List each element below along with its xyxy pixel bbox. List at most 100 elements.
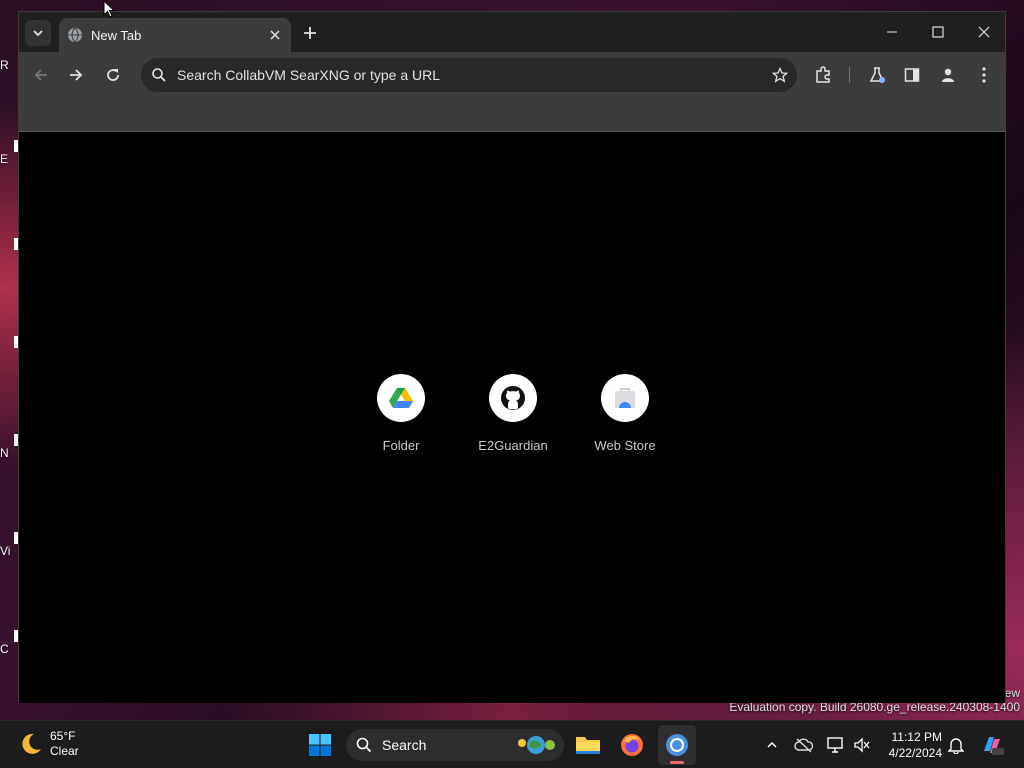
weather-widget[interactable]: 65°F Clear (18, 729, 79, 759)
volume-tray[interactable] (850, 733, 874, 757)
search-highlight-icon (518, 736, 555, 754)
desktop-icon[interactable]: E (0, 140, 20, 166)
search-icon (356, 737, 372, 753)
network-tray[interactable] (824, 733, 848, 757)
desktop-icon-label: Vi (0, 544, 11, 558)
back-button[interactable] (27, 61, 55, 89)
shortcut-e2guardian[interactable]: E2Guardian (457, 373, 569, 463)
address-input[interactable] (177, 67, 763, 83)
menu-button[interactable] (970, 61, 998, 89)
minimize-icon (887, 31, 897, 33)
extensions-icon (816, 66, 830, 83)
desktop-icon-label: C (0, 642, 9, 656)
shortcut-tile (489, 374, 537, 422)
show-hidden-icons-button[interactable] (760, 733, 784, 757)
file-explorer-button[interactable] (572, 729, 604, 761)
desktop-icon-label: N (0, 446, 9, 460)
profile-icon (942, 68, 954, 82)
web-store-icon (615, 388, 635, 408)
copilot-icon (984, 737, 1004, 755)
system-clock[interactable]: 11:12 PM 4/22/2024 (880, 729, 942, 761)
watermark-fragment: ew (1004, 686, 1020, 700)
firefox-icon (621, 734, 643, 756)
clock-time: 11:12 PM (891, 730, 942, 744)
desktop-icon[interactable]: Vi (0, 532, 20, 558)
desktop-icon[interactable] (0, 336, 20, 348)
profile-button[interactable] (934, 61, 962, 89)
shortcut-label: Folder (382, 438, 420, 453)
maximize-icon (932, 26, 944, 38)
weather-temp: 65°F (50, 729, 76, 743)
close-window-button[interactable] (961, 18, 1007, 46)
volume-muted-icon (854, 737, 870, 753)
new-tab-page: Folder E2Guardian Web Store (19, 133, 1005, 703)
cloud-offline-icon (794, 738, 814, 753)
labs-icon (869, 67, 885, 83)
shortcut-tile (601, 374, 649, 422)
shortcut-web-store[interactable]: Web Store (569, 373, 681, 463)
monitor-network-icon (827, 737, 843, 753)
back-icon (34, 69, 47, 81)
shortcut-label: E2Guardian (478, 438, 548, 453)
shortcut-tile (377, 374, 425, 422)
desktop-icon[interactable] (0, 238, 20, 250)
side-panel-button[interactable] (898, 61, 926, 89)
desktop-icon-label: E (0, 152, 9, 166)
google-drive-icon (389, 388, 413, 408)
bookmark-star-icon (772, 67, 788, 83)
omnibox[interactable] (141, 58, 797, 92)
plus-icon (304, 27, 316, 39)
toolbar-separator (849, 67, 850, 83)
globe-icon (68, 27, 82, 43)
taskbar: 65°F Clear Search 11:12 PM 4/22/2024 (0, 720, 1024, 768)
chevron-up-icon (767, 741, 777, 748)
clock-date: 4/22/2024 (888, 746, 942, 760)
new-tab-button[interactable] (299, 22, 321, 44)
tab-title: New Tab (91, 27, 142, 43)
mouse-cursor-icon (103, 0, 115, 18)
browser-window: New Tab Search CollabVM SearXNG or type … (18, 11, 1006, 703)
copilot-button[interactable] (980, 733, 1004, 757)
shortcut-label: Web Store (594, 438, 656, 453)
taskbar-search[interactable]: Search (346, 729, 564, 761)
windows-logo-icon (309, 734, 331, 756)
tab-close-button[interactable] (267, 27, 283, 43)
browser-toolbar (19, 52, 1005, 97)
tab-strip: New Tab (19, 12, 1005, 52)
tab-new-tab[interactable]: New Tab (59, 18, 291, 52)
bell-icon (948, 738, 964, 754)
forward-icon (70, 69, 83, 81)
taskbar-search-label: Search (382, 737, 427, 753)
close-icon (978, 26, 990, 38)
menu-icon (982, 67, 986, 83)
minimize-button[interactable] (869, 18, 915, 46)
desktop-icon-label[interactable]: R (0, 58, 20, 72)
reload-icon (107, 69, 119, 81)
github-icon (501, 386, 525, 410)
active-app-indicator (670, 761, 684, 764)
shortcut-folder[interactable]: Folder (345, 373, 457, 463)
weather-condition: Clear (50, 744, 79, 758)
close-icon (270, 30, 280, 40)
chrome-icon (666, 734, 688, 756)
folder-icon (576, 737, 600, 754)
moon-icon (22, 733, 41, 754)
chrome-button[interactable] (661, 729, 693, 761)
side-panel-icon (904, 68, 920, 82)
extensions-button[interactable] (809, 61, 837, 89)
tab-search-button[interactable] (25, 20, 51, 46)
forward-button[interactable] (62, 61, 90, 89)
bookmark-bar (19, 97, 1005, 132)
desktop-icon[interactable]: N (0, 434, 20, 460)
onedrive-tray[interactable] (792, 733, 816, 757)
search-icon (152, 68, 166, 82)
maximize-button[interactable] (915, 18, 961, 46)
labs-button[interactable] (863, 61, 891, 89)
bookmark-star-button[interactable] (763, 58, 797, 92)
notifications-button[interactable] (944, 733, 968, 757)
firefox-button[interactable] (616, 729, 648, 761)
start-button[interactable] (304, 729, 336, 761)
reload-button[interactable] (99, 61, 127, 89)
chevron-down-icon (33, 30, 43, 37)
desktop-icon[interactable]: C (0, 630, 20, 656)
